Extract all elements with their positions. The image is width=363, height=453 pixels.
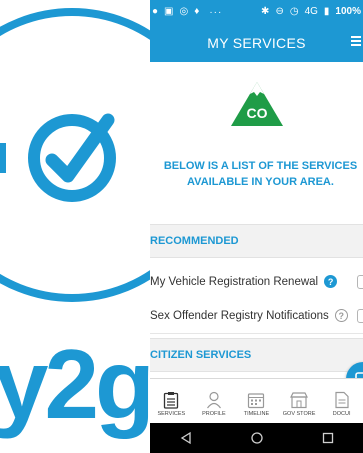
bottom-navigation: SERVICES PROFILE TIMELINE GOV STORE DOCU… — [150, 378, 363, 423]
nav-item-profile[interactable]: PROFILE — [193, 379, 236, 423]
nav-item-timeline[interactable]: TIMELINE — [235, 379, 278, 423]
help-icon[interactable]: ? — [334, 309, 348, 322]
hamburger-menu-icon[interactable] — [351, 34, 361, 48]
nav-item-documents[interactable]: DOCUI — [320, 379, 363, 423]
minus-circle-icon: ⊖ — [275, 6, 284, 17]
signal-icon: ▮ — [323, 6, 330, 17]
linkedin-icon: ▣ — [164, 6, 174, 17]
services-intro: BELOW IS A LIST OF THE SERVICES AVAILABL… — [150, 158, 363, 190]
status-left-icons: ● ▣ ◎ ♦ — [150, 7, 199, 17]
nav-label: GOV STORE — [282, 411, 316, 417]
screenshot-root: y2go ● ▣ ◎ ♦ ··· ✱ ⊖ ◷ 4G ▮ 100% MY SERV… — [0, 0, 363, 453]
nav-item-services[interactable]: SERVICES — [150, 379, 193, 423]
service-label: My Vehicle Registration Renewal — [150, 275, 319, 288]
nav-item-gov-store[interactable]: GOV STORE — [278, 379, 321, 423]
home-icon[interactable] — [250, 431, 264, 445]
nav-label: TIMELINE — [243, 411, 270, 417]
section-recommended: RECOMMENDED — [150, 224, 363, 258]
person-icon — [206, 391, 221, 409]
battery-percent: 100% — [335, 6, 361, 17]
brand-panel: y2go — [0, 0, 150, 453]
colorado-mountain-icon: CO — [230, 82, 283, 126]
service-row-sex-offender-registry[interactable]: Sex Offender Registry Notifications ? — [150, 298, 363, 334]
state-logo-text: CO — [246, 105, 267, 121]
app-header: MY SERVICES — [150, 24, 363, 62]
phone-screen: ● ▣ ◎ ♦ ··· ✱ ⊖ ◷ 4G ▮ 100% MY SERVICES — [150, 0, 363, 453]
intro-line-2: AVAILABLE IN YOUR AREA. — [187, 176, 334, 188]
nav-label: PROFILE — [202, 411, 226, 417]
nav-label: SERVICES — [157, 411, 186, 417]
android-system-nav — [150, 423, 363, 453]
calendar-icon — [248, 393, 265, 409]
nav-label: DOCUI — [332, 411, 351, 417]
checkmark-circle-icon — [0, 8, 150, 302]
intro-line-1: BELOW IS A LIST OF THE SERVICES — [163, 160, 358, 172]
state-logo: CO — [150, 64, 363, 144]
bluetooth-icon: ✱ — [261, 6, 270, 17]
brand-logo-text: y2go — [0, 329, 150, 439]
section-citizen-services: CITIZEN SERVICES — [150, 338, 363, 372]
notification-icon: ● — [152, 6, 159, 17]
service-row-vehicle-registration[interactable]: My Vehicle Registration Renewal ? — [150, 264, 363, 300]
section-recommended-label: RECOMMENDED — [150, 235, 239, 247]
recents-icon[interactable] — [321, 431, 335, 445]
chevron-right-icon — [357, 309, 363, 323]
network-type: 4G — [304, 6, 318, 17]
status-bar: ● ▣ ◎ ♦ ··· ✱ ⊖ ◷ 4G ▮ 100% — [150, 0, 363, 24]
back-icon[interactable] — [179, 431, 193, 445]
alarm-icon: ◷ — [289, 6, 299, 17]
service-label: Sex Offender Registry Notifications — [150, 309, 329, 322]
status-right-icons: ✱ ⊖ ◷ 4G ▮ 100% — [261, 7, 363, 17]
twitter-icon: ♦ — [194, 6, 200, 17]
section-citizen-label: CITIZEN SERVICES — [150, 349, 252, 361]
instagram-icon: ◎ — [179, 6, 189, 17]
storefront-icon — [290, 392, 309, 409]
chevron-right-icon — [357, 275, 363, 289]
help-icon[interactable]: ? — [324, 275, 338, 288]
clipboard-icon — [164, 392, 179, 409]
document-icon — [335, 391, 349, 409]
page-title: MY SERVICES — [207, 35, 306, 51]
status-overflow-dots: ··· — [209, 6, 223, 18]
